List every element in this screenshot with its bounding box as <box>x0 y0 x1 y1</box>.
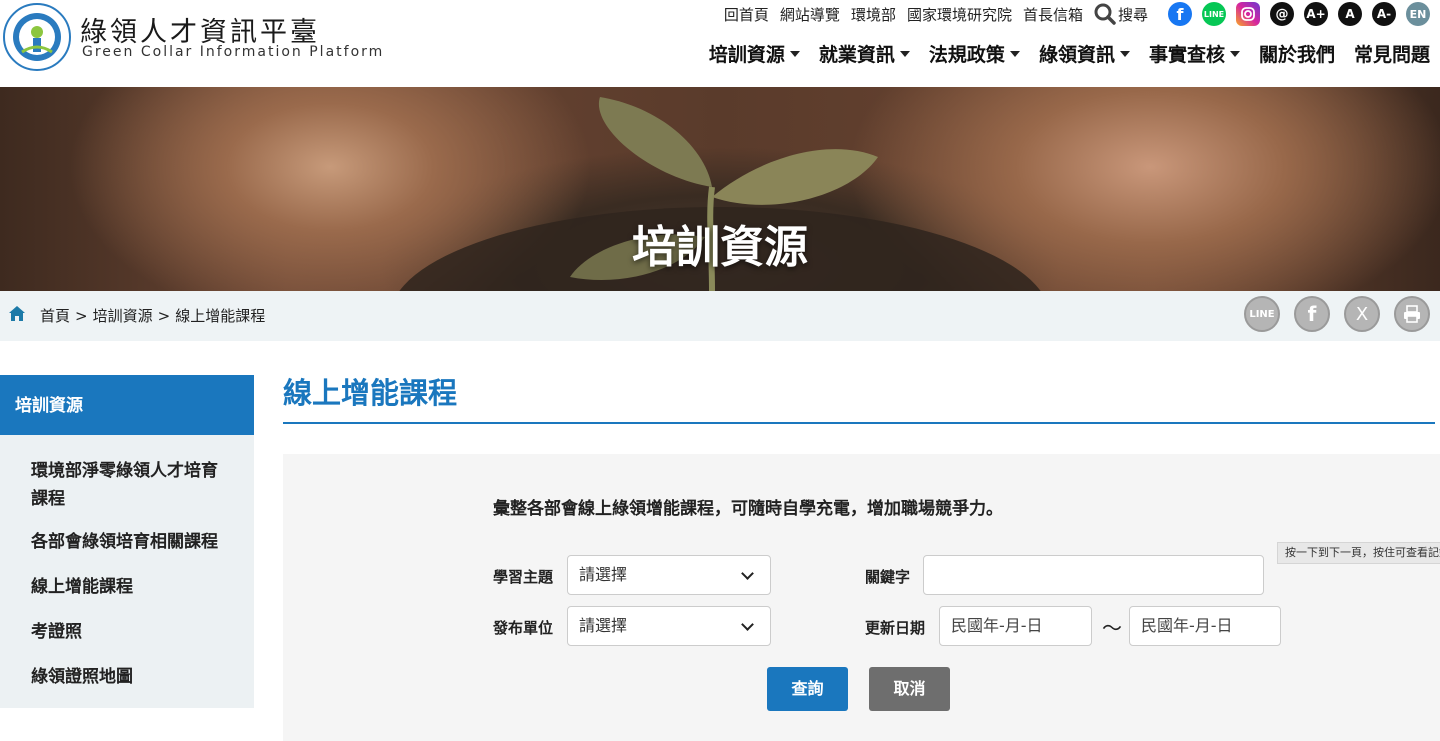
sidebar-item-certification[interactable]: 考證照 <box>0 617 82 642</box>
breadcrumb-training[interactable]: 培訓資源 <box>93 305 153 326</box>
nav-label: 事實查核 <box>1148 44 1225 66</box>
intro-text: 彙整各部會線上綠領增能課程，可隨時自學充電，增加職場競爭力。 <box>493 499 1003 519</box>
title-divider <box>283 422 1435 424</box>
topic-select-value: 請選擇 <box>579 565 628 584</box>
nav-faq[interactable]: 常見問題 <box>1354 40 1430 67</box>
nav-label: 培訓資源 <box>708 44 785 66</box>
breadcrumb: 首頁 > 培訓資源 > 線上增能課程 <box>8 305 265 326</box>
back-button-tooltip: 按一下到下一頁，按住可查看記錄 <box>1277 542 1440 564</box>
unit-label: 發布單位 <box>493 619 554 637</box>
home-icon[interactable] <box>8 305 26 326</box>
nav-label: 法規政策 <box>928 44 1005 66</box>
main-nav: 培訓資源 就業資訊 法規政策 綠領資訊 事實查核 關於我們 常見問題 <box>690 40 1430 67</box>
instagram-icon[interactable] <box>1236 2 1260 26</box>
link-home[interactable]: 回首頁 <box>724 4 769 25</box>
search-label: 搜尋 <box>1117 5 1148 24</box>
unit-select[interactable]: 請選擇 <box>567 606 771 646</box>
search-icon <box>1094 3 1116 25</box>
date-range-separator: ～ <box>1102 616 1122 640</box>
breadcrumb-home[interactable]: 首頁 <box>40 305 70 326</box>
nav-label: 綠領資訊 <box>1038 44 1115 66</box>
sidebar-item-online-courses[interactable]: 線上增能課程 <box>0 572 133 597</box>
caret-down-icon <box>1229 50 1240 57</box>
nav-fact-check[interactable]: 事實查核 <box>1149 40 1240 67</box>
nav-label: 常見問題 <box>1353 44 1430 66</box>
site-header: 綠領人才資訊平臺 Green Collar Information Platfo… <box>0 0 1440 87</box>
nav-training[interactable]: 培訓資源 <box>709 40 800 67</box>
link-sitemap[interactable]: 網站導覽 <box>780 4 840 25</box>
topic-select[interactable]: 請選擇 <box>567 555 771 595</box>
threads-icon[interactable]: @ <box>1270 2 1294 26</box>
line-icon[interactable]: LINE <box>1202 2 1226 26</box>
sidebar-heading[interactable]: 培訓資源 <box>0 375 254 435</box>
language-en-button[interactable]: EN <box>1406 2 1430 26</box>
caret-down-icon <box>899 50 910 57</box>
share-line-icon[interactable]: LINE <box>1244 296 1280 332</box>
search-button[interactable]: 搜尋 <box>1094 3 1148 25</box>
unit-select-value: 請選擇 <box>579 616 628 635</box>
keyword-label: 關鍵字 <box>865 568 911 586</box>
date-label: 更新日期 <box>865 619 926 637</box>
caret-down-icon <box>1009 50 1020 57</box>
link-moenv[interactable]: 環境部 <box>851 4 896 25</box>
nav-label: 就業資訊 <box>818 44 895 66</box>
hero-banner: 培訓資源 <box>0 87 1440 291</box>
share-x-icon[interactable]: X <box>1344 296 1380 332</box>
font-normal-icon[interactable]: A <box>1338 2 1362 26</box>
breadcrumb-separator: > <box>75 306 88 325</box>
nav-regulations[interactable]: 法規政策 <box>929 40 1020 67</box>
utility-links: 回首頁 網站導覽 環境部 國家環境研究院 首長信箱 搜尋 f LINE @ A+… <box>724 2 1430 26</box>
link-nier[interactable]: 國家環境研究院 <box>907 4 1012 25</box>
share-facebook-icon[interactable]: f <box>1294 296 1330 332</box>
topic-label: 學習主題 <box>493 568 554 586</box>
sidebar-item-moenv-courses[interactable]: 環境部淨零綠領人才培育課程 <box>0 457 220 513</box>
nav-about[interactable]: 關於我們 <box>1259 40 1335 67</box>
facebook-icon[interactable]: f <box>1168 2 1192 26</box>
nav-green-info[interactable]: 綠領資訊 <box>1039 40 1130 67</box>
nav-label: 關於我們 <box>1258 44 1335 66</box>
font-increase-icon[interactable]: A+ <box>1304 2 1328 26</box>
font-decrease-icon[interactable]: A- <box>1372 2 1396 26</box>
nav-employment[interactable]: 就業資訊 <box>819 40 910 67</box>
link-mailbox[interactable]: 首長信箱 <box>1023 4 1083 25</box>
banner-title: 培訓資源 <box>632 222 808 273</box>
logo-subtitle: Green Collar Information Platform <box>82 44 385 60</box>
date-from-input[interactable]: 民國年-月-日 <box>939 606 1092 646</box>
sidebar-item-ministry-courses[interactable]: 各部會綠領培育相關課程 <box>0 527 218 552</box>
keyword-input[interactable] <box>923 555 1264 595</box>
breadcrumb-bar: 首頁 > 培訓資源 > 線上增能課程 LINE f X <box>0 291 1440 341</box>
chevron-down-icon <box>741 618 754 631</box>
caret-down-icon <box>789 50 800 57</box>
date-to-input[interactable]: 民國年-月-日 <box>1129 606 1281 646</box>
chevron-down-icon <box>741 567 754 580</box>
search-submit-button[interactable]: 查詢 <box>767 667 848 711</box>
caret-down-icon <box>1119 50 1130 57</box>
print-icon[interactable] <box>1394 296 1430 332</box>
logo-icon[interactable] <box>2 2 72 72</box>
breadcrumb-separator: > <box>157 306 171 325</box>
breadcrumb-current: 線上增能課程 <box>175 307 266 325</box>
share-buttons: LINE f X <box>1230 296 1430 332</box>
page-title: 線上增能課程 <box>283 376 458 410</box>
cancel-button[interactable]: 取消 <box>869 667 950 711</box>
sidebar-item-cert-map[interactable]: 綠領證照地圖 <box>0 662 133 687</box>
sidebar: 培訓資源 環境部淨零綠領人才培育課程 各部會綠領培育相關課程 線上增能課程 考證… <box>0 375 254 708</box>
